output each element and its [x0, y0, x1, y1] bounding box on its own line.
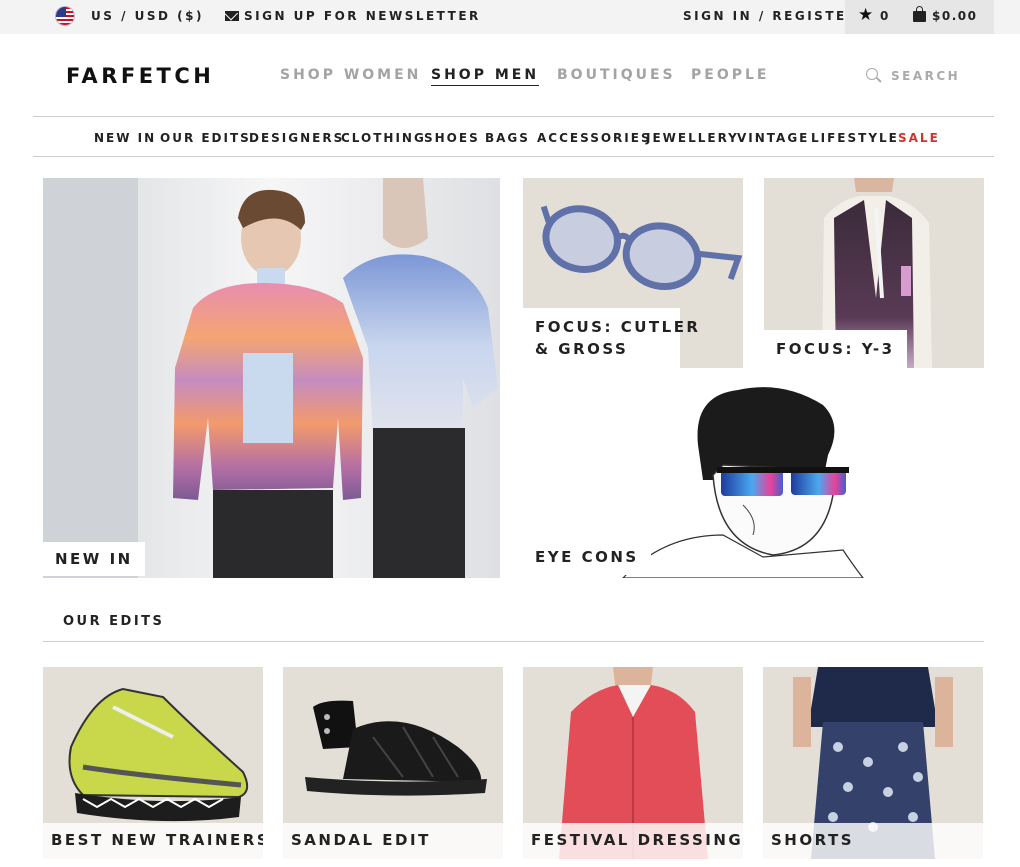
- subnav-new-in[interactable]: NEW IN: [94, 131, 156, 145]
- eye-cons-tile[interactable]: EYE CONS: [523, 385, 984, 578]
- envelope-icon: [225, 11, 239, 21]
- shopping-bag-icon[interactable]: [913, 6, 926, 22]
- nav-shop-men[interactable]: SHOP MEN: [431, 67, 540, 86]
- runway-models-image: [43, 178, 500, 578]
- eye-cons-label[interactable]: EYE CONS: [523, 539, 651, 575]
- currency-selector[interactable]: US / USD ($): [91, 9, 204, 23]
- divider: [33, 116, 994, 117]
- sign-in-register-link[interactable]: SIGN IN / REGISTER: [683, 9, 858, 23]
- subnav-vintage[interactable]: VINTAGE: [737, 131, 809, 145]
- hero-new-in-tile[interactable]: NEW IN: [43, 178, 500, 578]
- edit-tile-shorts[interactable]: SHORTS: [763, 667, 983, 859]
- subnav-clothing[interactable]: CLOTHING: [341, 131, 426, 145]
- divider: [43, 641, 984, 642]
- search-input[interactable]: SEARCH: [891, 69, 960, 83]
- nav-people[interactable]: PEOPLE: [691, 67, 769, 83]
- us-flag-icon[interactable]: [55, 6, 75, 26]
- festival-dressing-label[interactable]: FESTIVAL DRESSING: [523, 823, 743, 859]
- wishlist-count[interactable]: 0: [880, 9, 889, 23]
- focus-cutler-line-1: FOCUS: CUTLER: [535, 318, 701, 336]
- edit-tile-festival[interactable]: FESTIVAL DRESSING: [523, 667, 743, 859]
- nav-shop-women[interactable]: SHOP WOMEN: [280, 67, 421, 83]
- divider: [33, 156, 994, 157]
- focus-y3-label[interactable]: FOCUS: Y-3: [764, 330, 907, 368]
- focus-cutler-gross-tile[interactable]: FOCUS: CUTLER & GROSS: [523, 178, 743, 368]
- sandal-edit-label[interactable]: SANDAL EDIT: [283, 823, 503, 859]
- newsletter-signup-link[interactable]: SIGN UP FOR NEWSLETTER: [244, 9, 481, 23]
- subnav-accessories[interactable]: ACCESSORIES: [537, 131, 652, 145]
- top-utility-bar: US / USD ($) SIGN UP FOR NEWSLETTER SIGN…: [0, 0, 1020, 34]
- cart-total[interactable]: $0.00: [932, 9, 977, 23]
- subnav-our-edits[interactable]: OUR EDITS: [160, 131, 251, 145]
- our-edits-heading: OUR EDITS: [63, 614, 165, 629]
- nav-boutiques[interactable]: BOUTIQUES: [557, 67, 676, 83]
- subnav-bags[interactable]: BAGS: [485, 131, 530, 145]
- shorts-label[interactable]: SHORTS: [763, 823, 983, 859]
- new-in-label[interactable]: NEW IN: [43, 542, 145, 576]
- subnav-lifestyle[interactable]: LIFESTYLE: [811, 131, 899, 145]
- focus-cutler-line-2: & GROSS: [535, 340, 629, 358]
- wishlist-star-icon[interactable]: ★: [858, 5, 873, 25]
- subnav-shoes[interactable]: SHOES: [424, 131, 480, 145]
- search-icon[interactable]: [866, 68, 878, 80]
- best-new-trainers-label[interactable]: BEST NEW TRAINERS: [43, 823, 263, 859]
- edit-tile-sandals[interactable]: SANDAL EDIT: [283, 667, 503, 859]
- focus-y3-tile[interactable]: FOCUS: Y-3: [764, 178, 984, 368]
- edit-tile-trainers[interactable]: BEST NEW TRAINERS: [43, 667, 263, 859]
- subnav-jewellery[interactable]: JEWELLERY: [646, 131, 739, 145]
- subnav-sale[interactable]: SALE: [898, 131, 940, 145]
- site-logo[interactable]: FARFETCH: [66, 64, 214, 88]
- subnav-designers[interactable]: DESIGNERS: [249, 131, 344, 145]
- focus-cutler-label[interactable]: FOCUS: CUTLER & GROSS: [523, 308, 701, 368]
